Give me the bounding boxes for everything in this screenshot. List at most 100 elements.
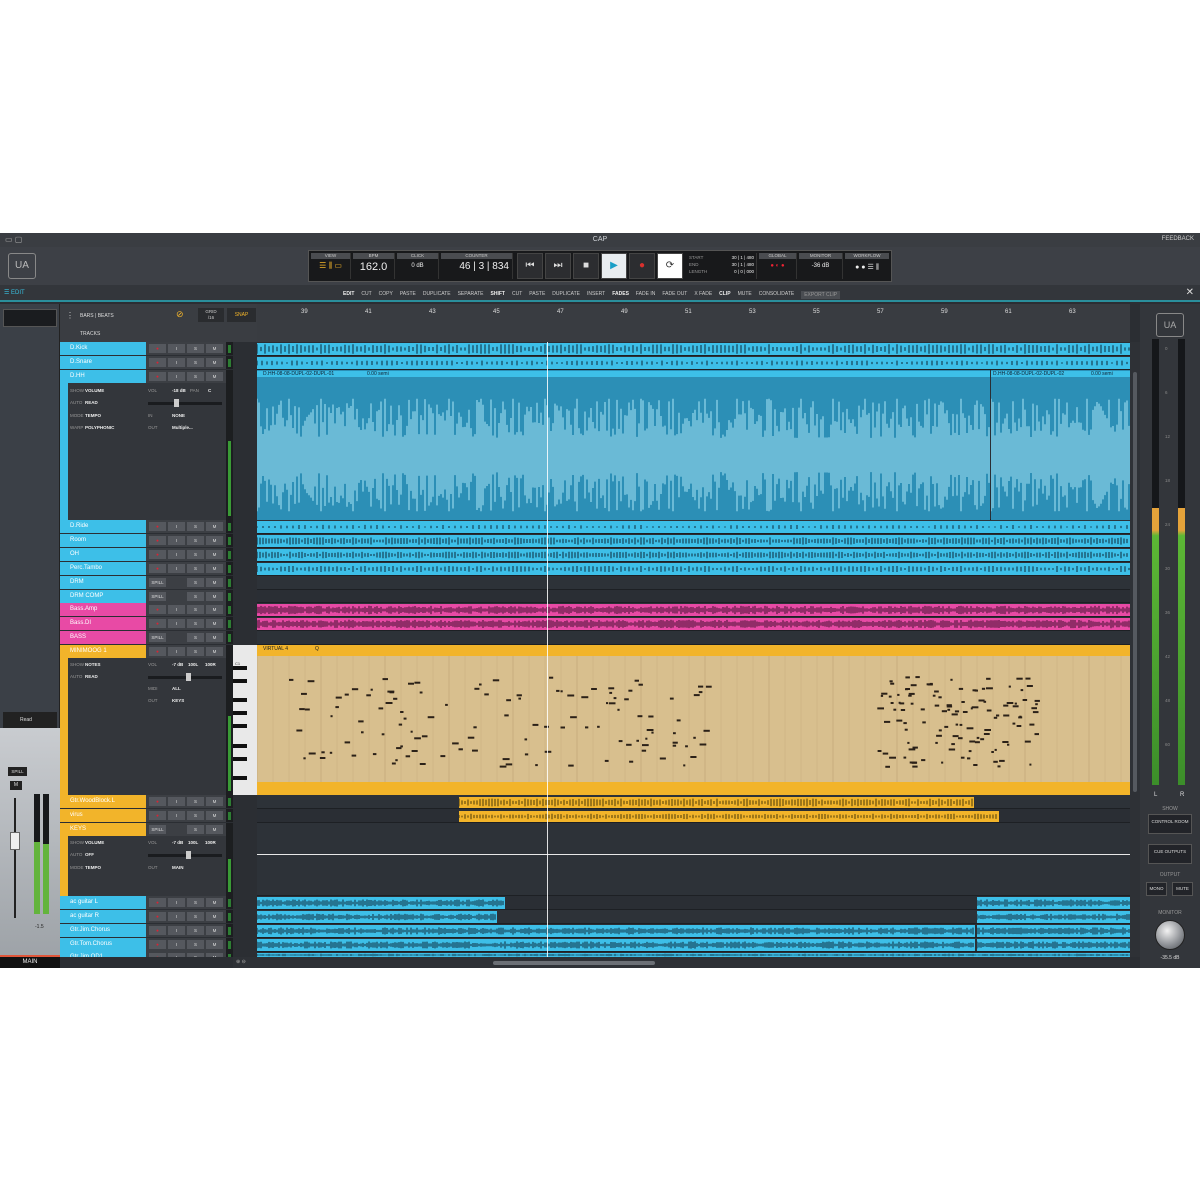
pan-left-value[interactable]: 100L <box>188 840 198 845</box>
mute-button[interactable]: M <box>206 633 223 642</box>
edit-tool-separate[interactable]: SEPARATE <box>458 291 484 299</box>
start-value[interactable]: 30 | 1 | 480 <box>732 254 754 261</box>
track-name[interactable]: D.HH <box>60 370 146 383</box>
audio-clip[interactable] <box>257 343 1130 355</box>
vertical-scrollbar[interactable] <box>1130 342 1140 957</box>
input-monitor-button[interactable]: I <box>168 912 185 921</box>
playhead[interactable] <box>547 342 548 957</box>
track-name[interactable]: Gtr.Jim.Chorus <box>60 924 146 937</box>
track-name[interactable]: ac guitar R <box>60 910 146 923</box>
solo-button[interactable]: S <box>187 605 204 614</box>
property-value[interactable]: TEMPO <box>85 413 101 418</box>
audio-clip[interactable] <box>977 897 1130 909</box>
input-monitor-button[interactable]: I <box>168 536 185 545</box>
input-monitor-button[interactable]: I <box>168 811 185 820</box>
close-icon[interactable]: ✕ <box>1186 287 1194 298</box>
monitor-knob[interactable] <box>1155 920 1185 950</box>
midi-clip-footer[interactable] <box>257 782 1130 795</box>
solo-button[interactable]: S <box>187 578 204 587</box>
property-value[interactable]: OFF <box>85 852 94 857</box>
input-monitor-button[interactable]: I <box>168 953 185 957</box>
property-value[interactable]: VOLUME <box>85 840 104 845</box>
global-section[interactable]: GLOBAL ● ◐ ● <box>759 253 797 279</box>
zoom-controls[interactable]: ⊕ ⊖ <box>233 957 257 968</box>
audio-clip[interactable] <box>257 549 1130 561</box>
click-section[interactable]: CLICK 0 dB <box>397 253 439 279</box>
feedback-link[interactable]: FEEDBACK <box>1162 236 1194 242</box>
record-arm-button[interactable]: ● <box>149 619 166 628</box>
range-values[interactable]: 30 | 1 | 480 30 | 1 | 480 0 | 0 | 000 <box>732 254 754 275</box>
counter-value[interactable]: 46 | 3 | 834 <box>441 261 512 272</box>
track-name[interactable]: DRM COMP <box>60 590 146 603</box>
edit-tool-mute[interactable]: MUTE <box>738 291 752 299</box>
record-icon[interactable]: ● <box>629 253 655 279</box>
spill-button[interactable]: SPILL <box>149 633 166 642</box>
mute-button[interactable]: M <box>206 344 223 353</box>
audio-clip[interactable] <box>257 563 1130 575</box>
spill-button[interactable]: SPILL <box>8 767 27 776</box>
track-name[interactable]: KEYS <box>60 823 146 836</box>
record-arm-button[interactable]: ● <box>149 940 166 949</box>
mute-button[interactable]: M <box>206 647 223 656</box>
main-fader[interactable] <box>10 832 20 850</box>
input-monitor-button[interactable]: I <box>168 372 185 381</box>
audio-clip[interactable] <box>257 618 1130 630</box>
forward-icon[interactable]: ⏭ <box>545 253 571 279</box>
record-arm-button[interactable]: ● <box>149 564 166 573</box>
audio-clip[interactable] <box>459 811 999 822</box>
mute-button[interactable]: M <box>206 522 223 531</box>
track-lane[interactable] <box>257 590 1130 603</box>
record-arm-button[interactable]: ● <box>149 605 166 614</box>
audio-clip[interactable] <box>257 911 497 923</box>
record-arm-button[interactable]: ● <box>149 372 166 381</box>
track-lane[interactable] <box>257 576 1130 590</box>
edit-tool-insert[interactable]: INSERT <box>587 291 605 299</box>
control-room-button[interactable]: CONTROL ROOM <box>1148 814 1192 834</box>
input-monitor-button[interactable]: I <box>168 550 185 559</box>
mute-button[interactable]: M <box>206 825 223 834</box>
edit-tab[interactable]: ☰ EDIT <box>4 289 25 296</box>
mute-output-button[interactable]: MUTE <box>1172 882 1193 896</box>
track-name[interactable]: Bass.DI <box>60 617 146 630</box>
slider-thumb[interactable] <box>186 673 191 681</box>
mute-button[interactable]: M <box>206 536 223 545</box>
solo-button[interactable]: S <box>187 564 204 573</box>
solo-button[interactable]: S <box>187 344 204 353</box>
pan-left-value[interactable]: 100L <box>188 662 198 667</box>
mute-button[interactable]: M <box>206 592 223 601</box>
slider-thumb[interactable] <box>174 399 179 407</box>
solo-button[interactable]: S <box>187 358 204 367</box>
audio-clip[interactable] <box>977 939 1130 951</box>
record-arm-button[interactable]: ● <box>149 811 166 820</box>
track-name[interactable]: Bass.Amp <box>60 603 146 616</box>
volume-slider[interactable] <box>148 399 222 407</box>
input-monitor-button[interactable]: I <box>168 797 185 806</box>
input-monitor-button[interactable]: I <box>168 619 185 628</box>
property-value[interactable]: ALL <box>172 686 181 691</box>
record-arm-button[interactable]: ● <box>149 358 166 367</box>
black-key[interactable] <box>233 756 247 761</box>
edit-tool-export-clip[interactable]: EXPORT CLIP <box>801 291 841 299</box>
click-value[interactable]: 0 dB <box>397 263 438 269</box>
solo-button[interactable]: S <box>187 926 204 935</box>
loop-icon[interactable]: ⟳ <box>657 253 683 279</box>
mute-button[interactable]: M <box>10 781 22 790</box>
bpm-value[interactable]: 162.0 <box>353 261 394 273</box>
track-name[interactable]: OH <box>60 548 146 561</box>
record-arm-button[interactable]: ● <box>149 550 166 559</box>
grid-select[interactable]: GRID/16 <box>198 308 224 322</box>
solo-button[interactable]: S <box>187 633 204 642</box>
audio-clip[interactable] <box>977 925 1130 937</box>
record-arm-button[interactable]: ● <box>149 797 166 806</box>
property-value[interactable]: -18 dB <box>172 388 186 393</box>
view-icons[interactable]: ☰ ⫼ ▭ <box>311 261 350 271</box>
track-name[interactable]: MINIMOOG 1 <box>60 645 146 658</box>
property-value[interactable]: READ <box>85 674 98 679</box>
piano-keyboard[interactable]: C1 <box>233 645 257 795</box>
input-monitor-button[interactable]: I <box>168 564 185 573</box>
solo-button[interactable]: S <box>187 811 204 820</box>
edit-tool-x-fade[interactable]: X FADE <box>694 291 712 299</box>
record-arm-button[interactable]: ● <box>149 344 166 353</box>
solo-button[interactable]: S <box>187 953 204 957</box>
audio-clip[interactable] <box>257 897 505 909</box>
